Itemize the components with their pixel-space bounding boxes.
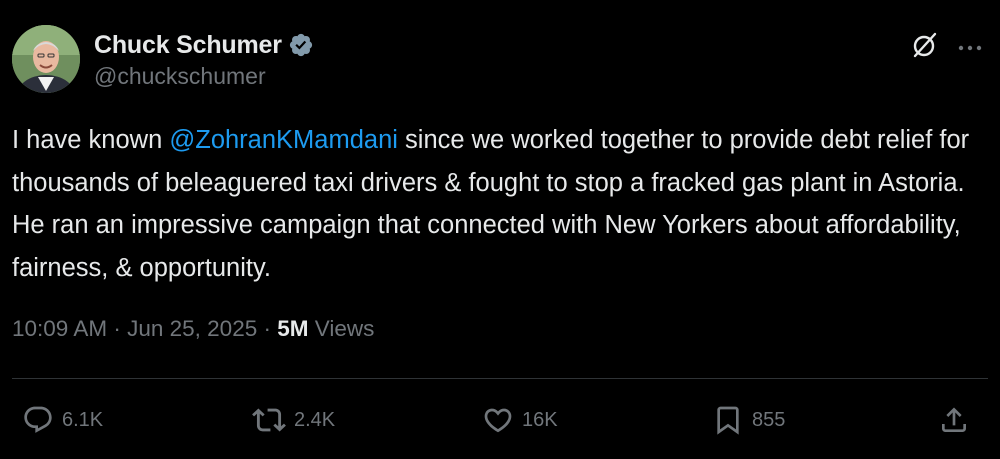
- like-icon: [482, 404, 514, 436]
- share-icon: [938, 404, 970, 436]
- mention-link[interactable]: @ZohranKMamdani: [169, 126, 398, 154]
- timestamp-date[interactable]: Jun 25, 2025: [127, 316, 257, 341]
- display-name[interactable]: Chuck Schumer: [94, 31, 282, 60]
- bookmark-icon: [712, 404, 744, 436]
- views-count: 5M: [277, 316, 309, 341]
- top-actions: [910, 30, 982, 65]
- repost-button[interactable]: 2.4K: [252, 400, 335, 440]
- grok-icon[interactable]: [910, 30, 940, 65]
- like-button[interactable]: 16K: [482, 400, 558, 440]
- like-count: 16K: [522, 408, 558, 431]
- name-row: Chuck Schumer: [94, 29, 314, 61]
- views-label: Views: [314, 316, 375, 341]
- avatar-image: [12, 25, 80, 93]
- divider: [12, 378, 988, 379]
- tweet-meta: 10:09 AM · Jun 25, 2025 · 5M Views: [12, 316, 374, 342]
- action-bar: 6.1K 2.4K 16K 855: [0, 400, 1000, 440]
- timestamp-time[interactable]: 10:09 AM: [12, 316, 107, 341]
- author-info: Chuck Schumer @chuckschumer: [94, 29, 314, 90]
- bookmark-button[interactable]: 855: [712, 400, 785, 440]
- handle[interactable]: @chuckschumer: [94, 63, 314, 90]
- meta-separator: ·: [263, 316, 272, 341]
- tweet-text-start: I have known: [12, 126, 170, 154]
- verified-badge-icon[interactable]: [288, 32, 314, 58]
- reply-count: 6.1K: [62, 408, 104, 431]
- reply-icon: [22, 404, 54, 436]
- meta-separator: ·: [113, 316, 121, 341]
- share-button[interactable]: [938, 400, 970, 440]
- more-icon[interactable]: [958, 39, 982, 57]
- repost-count: 2.4K: [294, 408, 336, 431]
- tweet: Chuck Schumer @chuckschumer I have known…: [0, 0, 1000, 459]
- reply-button[interactable]: 6.1K: [22, 400, 103, 440]
- avatar[interactable]: [12, 25, 80, 93]
- repost-icon: [252, 403, 286, 437]
- bookmark-count: 855: [752, 408, 786, 431]
- tweet-text: I have known @ZohranKMamdani since we wo…: [12, 119, 987, 289]
